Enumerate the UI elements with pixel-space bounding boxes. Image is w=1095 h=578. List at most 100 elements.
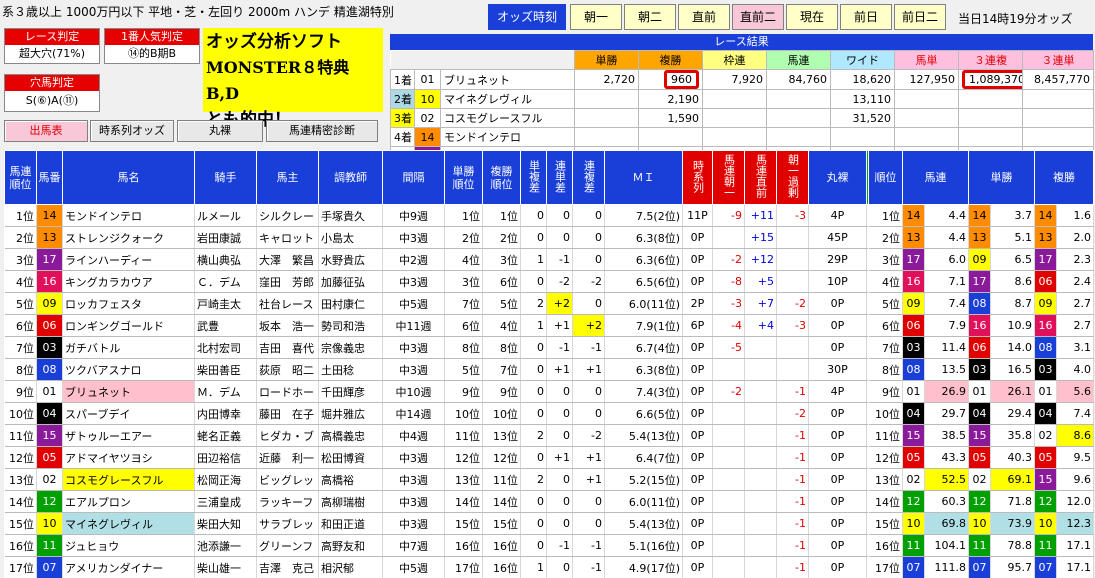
win-horse-number: 03	[968, 358, 991, 381]
column-header-1[interactable]: 馬番	[36, 150, 63, 205]
mi-value: 4.9(17位)	[604, 556, 683, 578]
column-header-17[interactable]: 丸裸	[808, 150, 867, 205]
horse-row[interactable]: 12位 05 アドマイヤツヨシ 田辺裕信 近藤 利一 松田博資 中3週 12位 12位 0 +1 +1…	[4, 446, 895, 469]
horse-row[interactable]: 7位 03 ガチバトル 北村宏司 吉田 喜代 宗像義忠 中3週 8位 8位 0 -1 -1 6.7(4位…	[4, 336, 895, 359]
quinella-diff: -1	[572, 534, 605, 557]
column-header-11[interactable]: 連複差	[572, 150, 605, 205]
result-horse-number: 01	[414, 69, 441, 90]
column-header-10[interactable]: 連単差	[546, 150, 573, 205]
odds-header-3[interactable]: 複勝	[1034, 150, 1094, 205]
horse-row[interactable]: 17位 07 アメリカンダイナー 柴山雄一 吉澤 克己 相沢郁 中5週 17位 16位 1 0 -1 4…	[4, 556, 895, 578]
column-header-16[interactable]: 朝一過剰	[776, 150, 809, 205]
odds-rank: 14位	[868, 490, 903, 513]
place-horse-number: 04	[1034, 402, 1057, 425]
column-header-3[interactable]: 騎手	[194, 150, 257, 205]
place-odds-value: 17.1	[1056, 534, 1094, 557]
odds-rank: 16位	[868, 534, 903, 557]
odds-header-0[interactable]: 順位	[868, 150, 903, 205]
column-header-9[interactable]: 単複差	[520, 150, 547, 205]
exacta-diff: 0	[546, 204, 573, 227]
odds-time-button-4[interactable]: 現在	[786, 4, 838, 30]
nav-entry-table-button[interactable]: 出馬表	[4, 120, 88, 142]
result-horse-number: 10	[414, 89, 441, 109]
morning-excess: -1	[776, 490, 809, 513]
horse-row[interactable]: 10位 04 スパーブデイ 内田博幸 藤田 在子 堀井雅広 中14週 10位 10位 0 0 0 6.6…	[4, 402, 895, 425]
naked-points: 0P	[808, 512, 867, 535]
column-header-2[interactable]: 馬名	[62, 150, 195, 205]
win-rank: 8位	[444, 336, 483, 359]
horse-number: 15	[36, 424, 63, 447]
win-rank: 11位	[444, 424, 483, 447]
place-odds-value: 1.6	[1056, 204, 1094, 227]
horse-row[interactable]: 5位 09 ロッカフェスタ 戸崎圭太 社台レース 田村康仁 中5週 7位 5位 2 +2 0 6.0(1…	[4, 292, 895, 315]
odds-time-label: オッズ時刻	[488, 4, 566, 30]
odds-time-button-2[interactable]: 直前	[678, 4, 730, 30]
owner-name: 窪田 芳郎	[256, 270, 319, 293]
win-rank: 6位	[444, 314, 483, 337]
quinella-morning	[712, 556, 745, 578]
owner-name: 吉田 喜代	[256, 336, 319, 359]
odds-time-button-3[interactable]: 直前二	[732, 4, 784, 30]
column-header-14[interactable]: 馬連朝一	[712, 150, 745, 205]
trainer-name: 堀井雅広	[318, 402, 383, 425]
odds-time-button-0[interactable]: 朝一	[570, 4, 622, 30]
owner-name: ビッグレッ	[256, 468, 319, 491]
quinella-morning: -2	[712, 380, 745, 403]
odds-time-button-5[interactable]: 前日	[840, 4, 892, 30]
place-horse-number: 15	[1034, 468, 1057, 491]
odds-row: 8位 08 13.5 03 16.5 03 4.0	[868, 358, 1094, 381]
nav-naked-button[interactable]: 丸裸	[177, 120, 263, 142]
exacta-diff: 0	[546, 512, 573, 535]
odds-header-1[interactable]: 馬連	[902, 150, 969, 205]
odds-row: 6位 06 7.9 16 10.9 16 2.7	[868, 314, 1094, 337]
result-payout-4: 31,520	[830, 108, 896, 128]
win-rank: 10位	[444, 402, 483, 425]
quinella-diff: +2	[572, 314, 605, 337]
fav-judgement-label: 1番人気判定	[105, 29, 199, 45]
nav-timeseries-odds-button[interactable]: 時系列オッズ	[90, 120, 174, 142]
quinella-odds-value: 60.3	[924, 490, 969, 513]
horse-row[interactable]: 8位 08 ツクバアスナロ 柴田善臣 荻原 昭二 土田稔 中3週 5位 7位 0 +1 +1 6.3(8…	[4, 358, 895, 381]
horse-row[interactable]: 14位 12 エアルプロン 三浦皇成 ラッキーフ 高柳瑞樹 中3週 14位 14位 0 0 0 6.0(…	[4, 490, 895, 513]
quinella-final: +5	[744, 270, 777, 293]
win-odds-value: 14.0	[990, 336, 1035, 359]
morning-excess: -1	[776, 556, 809, 578]
column-header-8[interactable]: 複勝順位	[482, 150, 521, 205]
horse-row[interactable]: 13位 02 コスモグレースフル 松岡正海 ビッグレッ 高橋裕 中3週 13位 11位 2 0 +1 5…	[4, 468, 895, 491]
horse-row[interactable]: 3位 17 ラインハーディー 横山典弘 大澤 繁昌 水野貴広 中2週 4位 3位 1 -1 0 6.3(…	[4, 248, 895, 271]
horse-row[interactable]: 9位 01 ブリュネット Ｍ．デム ロードホー 千田輝彦 中10週 9位 9位 0 0 0 7.4(3位…	[4, 380, 895, 403]
highlighted-payout: 960	[664, 70, 700, 89]
horse-row[interactable]: 6位 06 ロンギングゴールド 武豊 坂本 浩一 勢司和浩 中11週 6位 4位 1 +1 +2 7.9…	[4, 314, 895, 337]
horse-name: ロッカフェスタ	[62, 292, 195, 315]
odds-time-button-6[interactable]: 前日二	[894, 4, 946, 30]
odds-time-button-1[interactable]: 朝二	[624, 4, 676, 30]
column-header-0[interactable]: 馬連順位	[4, 150, 37, 205]
column-header-6[interactable]: 間隔	[382, 150, 445, 205]
timeseries-points: 0P	[682, 446, 713, 469]
interval: 中5週	[382, 292, 445, 315]
trainer-name: 高橋裕	[318, 468, 383, 491]
horse-row[interactable]: 2位 13 ストレンジクォーク 岩田康誠 キャロット 小島太 中3週 2位 2位 0 0 0 6.3(8…	[4, 226, 895, 249]
results-row: 4着 14 モンドインテロ	[390, 127, 1095, 147]
column-header-13[interactable]: 時系列	[682, 150, 713, 205]
horse-row[interactable]: 4位 16 キングカラカウア Ｃ．デム 窪田 芳郎 加藤征弘 中3週 3位 6位 0 -2 -2 6.5…	[4, 270, 895, 293]
column-header-12[interactable]: ＭＩ	[604, 150, 683, 205]
trainer-name: 高野友和	[318, 534, 383, 557]
win-place-diff: 0	[520, 402, 547, 425]
horse-row[interactable]: 15位 10 マイネグレヴィル 柴田大知 サラブレッ 和田正道 中3週 15位 15位 0 0 0 5.…	[4, 512, 895, 535]
column-header-label: 馬連朝一	[722, 154, 736, 198]
owner-name: ヒダカ・ブ	[256, 424, 319, 447]
column-header-4[interactable]: 馬主	[256, 150, 319, 205]
column-header-7[interactable]: 単勝順位	[444, 150, 483, 205]
mi-value: 5.2(15位)	[604, 468, 683, 491]
quinella-morning	[712, 402, 745, 425]
odds-row: 17位 07 111.8 07 95.7 07 17.1	[868, 556, 1094, 578]
trainer-name: 高柳瑞樹	[318, 490, 383, 513]
odds-header-2[interactable]: 単勝	[968, 150, 1035, 205]
column-header-5[interactable]: 調教師	[318, 150, 383, 205]
horse-row[interactable]: 11位 15 ザトゥルーエアー 蛯名正義 ヒダカ・ブ 高橋義忠 中4週 11位 13位 2 0 -2 5…	[4, 424, 895, 447]
horse-row[interactable]: 16位 11 ジュヒョウ 池添謙一 グリーンフ 高野友和 中7週 16位 16位 0 -1 -1 5.1…	[4, 534, 895, 557]
column-header-15[interactable]: 馬連直前	[744, 150, 777, 205]
nav-quinella-diagnosis-button[interactable]: 馬連精密診断	[266, 120, 378, 142]
horse-row[interactable]: 1位 14 モンドインテロ ルメール シルクレー 手塚貴久 中9週 1位 1位 0 0 0 7.5(2位…	[4, 204, 895, 227]
